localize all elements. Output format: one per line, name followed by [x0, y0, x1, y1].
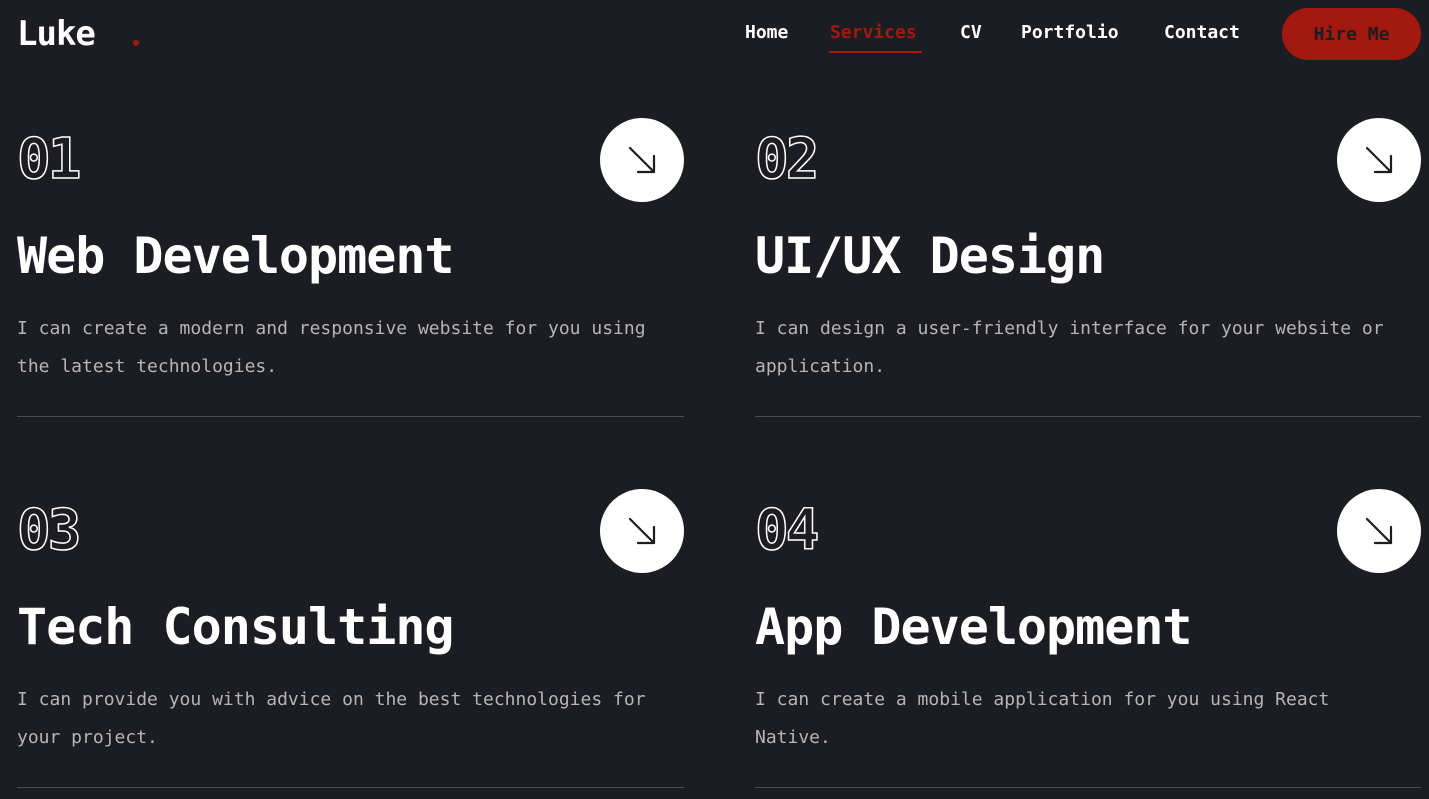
nav-services[interactable]: Services — [830, 20, 917, 50]
service-number: 02 — [754, 126, 820, 193]
nav-home[interactable]: Home — [745, 20, 788, 50]
service-divider — [17, 416, 684, 417]
arrow-down-right-icon — [1365, 517, 1393, 545]
service-description: I can design a user-friendly interface f… — [755, 318, 1384, 377]
service-card-tech-consulting: 03 Tech Consulting I can provide you wit… — [16, 489, 684, 789]
service-link-button[interactable] — [600, 118, 684, 202]
service-link-button[interactable] — [1337, 118, 1421, 202]
service-description: I can provide you with advice on the bes… — [17, 689, 646, 748]
nav-cv[interactable]: CV — [960, 20, 982, 50]
arrow-down-right-icon — [628, 517, 656, 545]
service-card-ui-ux-design: 02 UI/UX Design I can design a user-frie… — [754, 118, 1421, 418]
arrow-down-right-icon — [1365, 146, 1393, 174]
arrow-down-right-icon — [628, 146, 656, 174]
hire-me-button[interactable]: Hire Me — [1282, 8, 1421, 60]
service-title: UI/UX Design — [755, 227, 1105, 285]
active-nav-indicator — [829, 51, 922, 53]
service-divider — [17, 787, 684, 788]
nav-portfolio[interactable]: Portfolio — [1021, 20, 1119, 50]
site-logo[interactable]: Luke — [17, 12, 96, 56]
logo-dot — [133, 40, 139, 46]
service-number: 01 — [16, 126, 82, 193]
service-card-app-development: 04 App Development I can create a mobile… — [754, 489, 1421, 789]
service-divider — [755, 787, 1421, 788]
nav-contact[interactable]: Contact — [1164, 20, 1240, 50]
service-link-button[interactable] — [1337, 489, 1421, 573]
service-title: App Development — [755, 598, 1193, 656]
service-description: I can create a mobile application for yo… — [755, 689, 1330, 748]
site-header: Luke Home Services CV Portfolio Contact … — [0, 0, 1429, 70]
service-card-web-development: 01 Web Development I can create a modern… — [16, 118, 684, 418]
service-number: 03 — [16, 497, 82, 564]
service-link-button[interactable] — [600, 489, 684, 573]
service-description: I can create a modern and responsive web… — [17, 318, 646, 377]
service-title: Web Development — [17, 227, 455, 285]
service-title: Tech Consulting — [17, 598, 455, 656]
service-number: 04 — [754, 497, 820, 564]
service-divider — [755, 416, 1421, 417]
